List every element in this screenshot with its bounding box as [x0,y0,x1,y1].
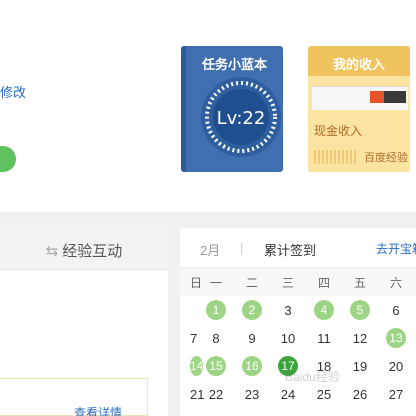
calendar-day[interactable]: 6 [378,296,414,324]
calendar-day-signed[interactable]: 1 [198,296,234,324]
calendar-week: 123456 [180,296,416,324]
calendar-day-signed[interactable]: 4 [306,296,342,324]
baidu-exp-label: 百度经验 [364,152,408,164]
calendar-day[interactable]: 27 [378,380,414,408]
sign-in-button[interactable] [0,146,16,172]
tab-exp-interaction[interactable]: ⇆ 经验互动 [0,228,168,270]
calendar-day-signed[interactable]: 5 [342,296,378,324]
cash-income-label: 现金收入 [314,124,363,138]
calendar-grid: 日一二三四五六 1 2 3 4 5 6 7 8 9 10 11 12 13 14 15 16 17 18 19 20 21… [180,268,416,408]
calendar-day[interactable]: 7 [180,324,198,352]
weekday-label: 四 [317,275,330,290]
task-card[interactable]: 任务小蓝本 Lv:22 [181,46,283,172]
calendar-day[interactable]: 19 [342,352,378,380]
calendar-header: 2月 | 累计签到 去开宝箱 [180,228,416,268]
level-badge-icon: Lv:22 [201,77,281,157]
calendar-day[interactable]: 10 [270,324,306,352]
calendar-day[interactable]: 8 [198,324,234,352]
sign-in-calendar: 2月 | 累计签到 去开宝箱 日一二三四五六123456789101112131… [180,228,416,416]
calendar-day[interactable]: 9 [234,324,270,352]
profile-panel: 修改 任务小蓝本 Lv:22 我的收入 现金收入 百度经验 [0,0,416,212]
weekday-label: 三 [281,275,294,290]
tab-label: 经验互动 [62,243,123,260]
calendar-day-signed[interactable]: 13 [378,324,414,352]
income-card[interactable]: 我的收入 现金收入 百度经验 [308,46,410,172]
calendar-day[interactable]: 26 [342,380,378,408]
calendar-day[interactable]: 21 [180,380,204,408]
weekday-label: 一 [209,275,222,290]
calendar-day-signed[interactable]: 15 [198,352,234,380]
calendar-day[interactable]: 3 [270,296,306,324]
total-sign-in-label: 累计签到 [264,243,317,258]
view-details-link[interactable]: 查看详情 [74,404,122,416]
calendar-day[interactable]: 23 [234,380,270,408]
task-card-title: 任务小蓝本 [201,57,267,72]
weekday-label: 五 [353,275,366,290]
calendar-day-signed[interactable]: 2 [234,296,270,324]
watermark: Baidu经验 [285,370,340,384]
calendar-day[interactable]: 20 [378,352,414,380]
cash-dark-mark [384,91,406,103]
cash-illustration [312,86,408,110]
calendar-day[interactable]: 22 [198,380,234,408]
calendar-month: 2月 [200,243,221,258]
swap-icon: ⇆ [45,242,59,260]
edit-link[interactable]: 修改 [0,82,26,101]
calendar-day[interactable]: 12 [342,324,378,352]
weekday-label: 六 [389,275,402,290]
income-card-title: 我的收入 [332,57,385,72]
cash-red-mark [370,91,384,103]
calendar-separator: | [240,240,244,255]
weekday-label: 二 [245,275,258,290]
level-text: Lv:22 [217,108,266,129]
open-treasure-link[interactable]: 去开宝箱 [376,240,416,257]
weekday-label: 日 [190,275,203,290]
calendar-day-signed[interactable]: 16 [234,352,270,380]
calendar-day-signed[interactable]: 14 [180,352,204,380]
weekday-row: 日一 二 三 四 五 六 [180,268,416,296]
calendar-day[interactable]: 11 [306,324,342,352]
calendar-week: 7 8 9 10 11 12 13 [180,324,416,352]
calendar-day [180,296,198,324]
barcode-strip [314,150,358,164]
